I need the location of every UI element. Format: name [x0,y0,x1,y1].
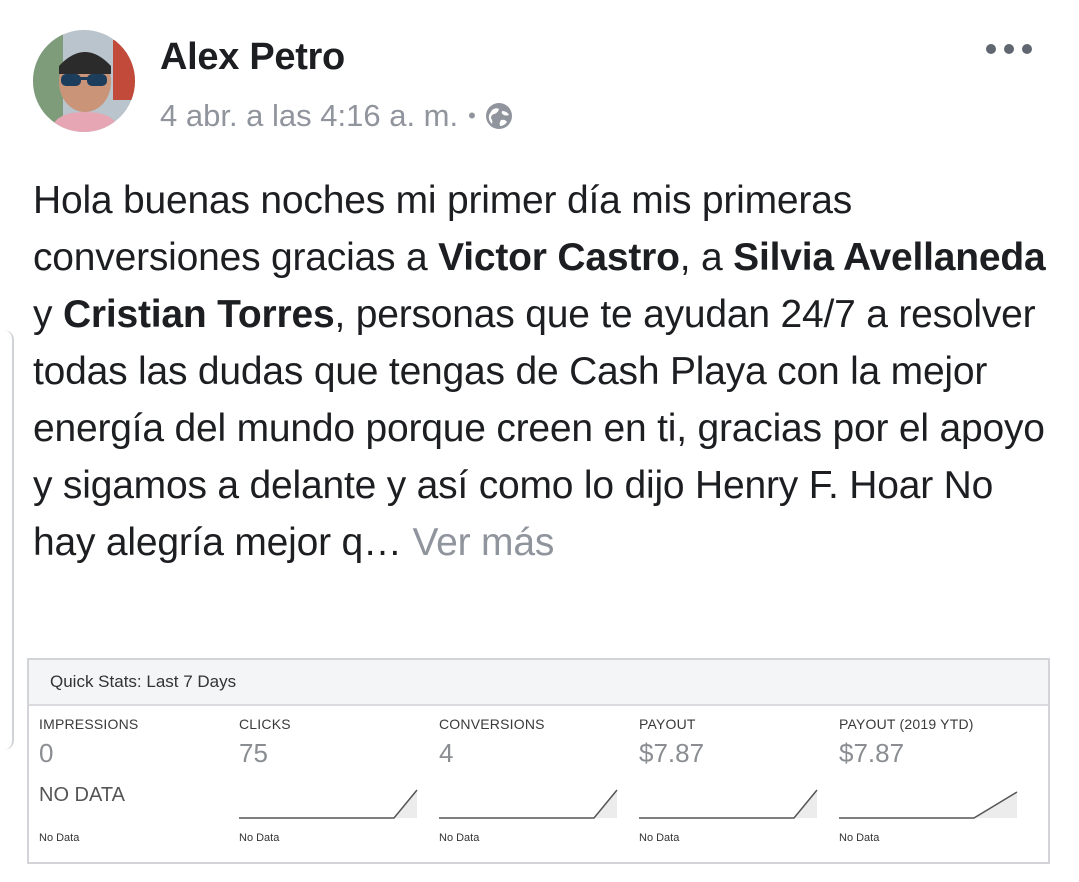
more-dot [986,44,996,54]
stat-value: $7.87 [839,738,905,768]
avatar-photo [33,30,135,132]
stat-conversions: CONVERSIONS 4 [439,716,629,769]
stat-value: $7.87 [639,738,705,768]
more-options-button[interactable] [986,38,1032,60]
stat-impressions: IMPRESSIONS 0 [39,716,229,769]
post-timestamp[interactable]: 4 abr. a las 4:16 a. m. [160,98,458,134]
quick-stats-title: Quick Stats: Last 7 Days [29,660,1048,706]
stat-value: 0 [39,738,54,768]
post-text-segment: , a [679,236,734,279]
globe-icon [485,103,512,129]
stat-label: IMPRESSIONS [39,716,139,732]
mention-victor-castro[interactable]: Victor Castro [438,236,680,279]
more-dot [1004,44,1014,54]
impressions-no-data: NO DATA [39,784,125,806]
post-meta: 4 abr. a las 4:16 a. m. • [160,98,514,134]
post-body: Hola buenas noches mi primer día mis pri… [33,172,1063,571]
mention-silvia-avellaneda[interactable]: Silvia Avellaneda [733,236,1046,279]
stat-footer: No Data [639,832,680,844]
stat-label: PAYOUT (2019 YTD) [839,716,974,732]
stat-footer: No Data [239,832,280,844]
stat-value: 75 [239,738,268,768]
quick-stats-panel: Quick Stats: Last 7 Days IMPRESSIONS 0 N… [27,658,1050,864]
left-edge-divider [0,330,14,750]
clicks-sparkline [239,789,418,819]
stat-label: CONVERSIONS [439,716,545,732]
stat-footer: No Data [839,832,880,844]
stat-footer: No Data [39,832,80,844]
payout-ytd-sparkline [839,791,1018,819]
author-name[interactable]: Alex Petro [160,36,345,79]
stat-label: PAYOUT [639,716,696,732]
mention-cristian-torres[interactable]: Cristian Torres [63,293,335,336]
payout-sparkline [639,789,818,819]
see-more-link[interactable]: Ver más [412,521,554,564]
stat-clicks: CLICKS 75 [239,716,429,769]
more-dot [1022,44,1032,54]
stat-footer: No Data [439,832,480,844]
stat-label: CLICKS [239,716,291,732]
conversions-sparkline [439,789,618,819]
stat-payout-ytd: PAYOUT (2019 YTD) $7.87 [839,716,1029,769]
stat-value: 4 [439,738,454,768]
post-text-segment: y [33,293,63,336]
meta-separator: • [468,103,476,128]
author-avatar[interactable] [33,30,135,132]
stat-payout: PAYOUT $7.87 [639,716,829,769]
